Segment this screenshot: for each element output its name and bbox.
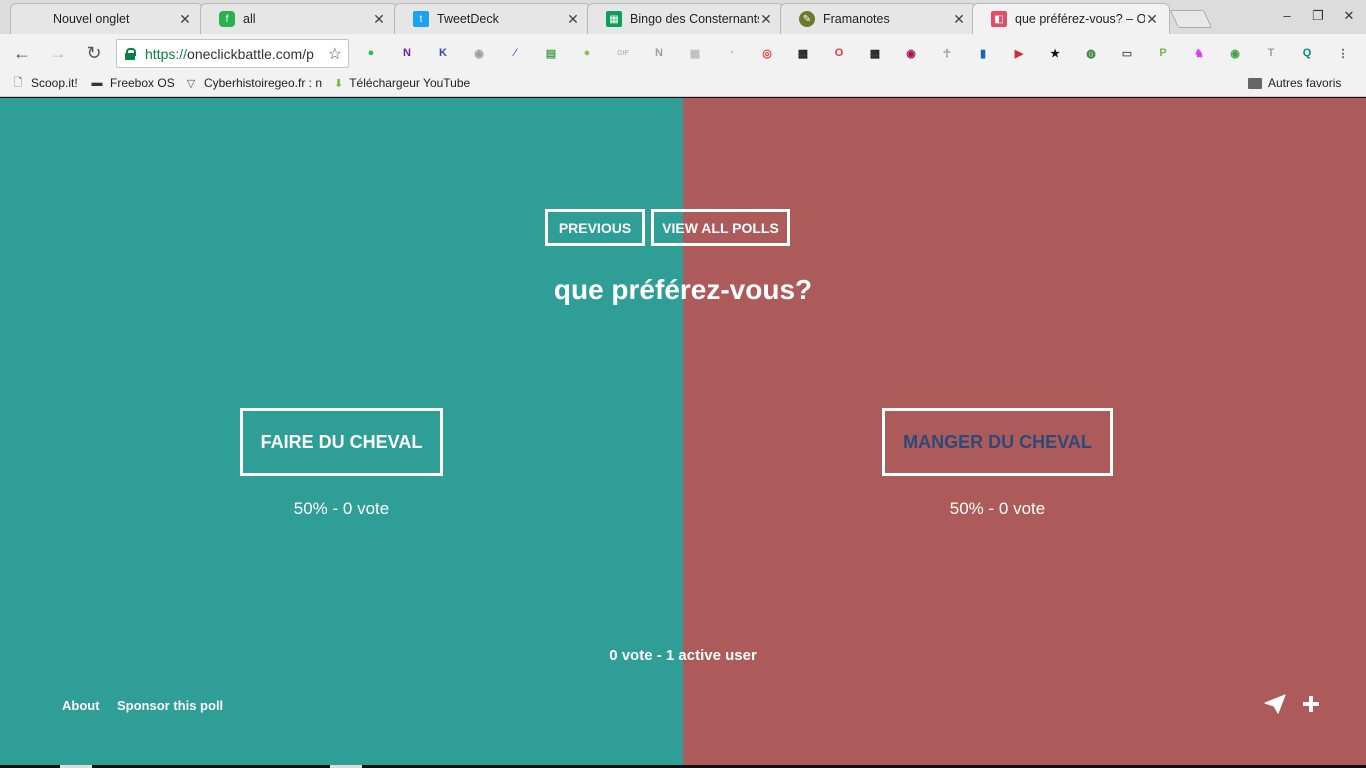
tab-bingo[interactable]: ▦ Bingo des Consternants ✕ [587, 3, 784, 34]
bookmark-scoopit[interactable]: 🗋 Scoop.it! [11, 76, 78, 90]
twitter-icon: t [413, 11, 429, 27]
framanotes-icon: ✎ [799, 11, 815, 27]
choice-left-button[interactable]: FAIRE DU CHEVAL [240, 408, 443, 476]
onenote-icon[interactable]: N [398, 44, 416, 62]
bookmark-freebox[interactable]: ▬ Freebox OS [90, 76, 175, 90]
eye-icon[interactable]: ◉ [1226, 44, 1244, 62]
google-sheets-icon: ▦ [606, 11, 622, 27]
close-icon[interactable]: ✕ [566, 11, 580, 28]
sponsor-link[interactable]: Sponsor this poll [117, 698, 223, 713]
page-icon: 🗋 [13, 76, 23, 89]
evernote-icon[interactable]: ● [362, 44, 380, 62]
star-icon[interactable]: ★ [1046, 44, 1064, 62]
close-icon[interactable]: ✕ [952, 11, 966, 28]
tab-title: Nouvel onglet [53, 12, 130, 26]
tab-title: TweetDeck [437, 12, 499, 26]
rss-icon[interactable]: ◔ [722, 44, 740, 62]
bookmark-label: Scoop.it! [31, 76, 78, 90]
browser-toolbar: ← → ↻ https:// oneclickbattle.com/p ☆ ● N… [0, 34, 1366, 72]
feedly-icon: f [219, 11, 235, 27]
cast-icon[interactable]: ▭ [1118, 44, 1136, 62]
right-result: 50% - 0 vote [949, 499, 1046, 518]
url-host: oneclickbattle.com/p [187, 45, 314, 62]
url-scheme: https:// [145, 45, 188, 62]
download-icon: ⬇ [334, 77, 344, 90]
tab-title: Framanotes [823, 12, 890, 26]
close-icon[interactable]: ✕ [372, 11, 386, 28]
gif-icon[interactable]: GIF [614, 44, 632, 62]
view-all-polls-button[interactable]: VIEW ALL POLLS [651, 209, 790, 246]
qr-scanner-icon[interactable]: ▩ [866, 44, 884, 62]
quill-icon[interactable]: ⁄ [506, 44, 524, 62]
minimize-icon[interactable]: – [1272, 8, 1302, 23]
broadcast-icon[interactable]: ◎ [758, 44, 776, 62]
lock-icon [125, 47, 136, 60]
bookmark-cyberhistoiregeo[interactable]: ▽ Cyberhistoiregeo.fr : n [184, 76, 322, 90]
turtle-icon[interactable]: ◍ [1082, 44, 1100, 62]
reload-icon[interactable]: ↻ [83, 43, 105, 65]
send-icon[interactable] [1264, 694, 1286, 719]
tab-title: Bingo des Consternants [630, 12, 759, 26]
poll-page: PREVIOUS VIEW ALL POLLS que préférez-vou… [0, 98, 1366, 765]
bookmark-star-icon[interactable]: ☆ [328, 44, 342, 64]
fox-icon: ▽ [186, 77, 196, 90]
book-icon[interactable]: ▮ [974, 44, 992, 62]
close-icon[interactable]: ✕ [1145, 11, 1159, 28]
tab-nouvel-onglet[interactable]: Nouvel onglet ✕ [10, 3, 203, 34]
unicorn-icon[interactable]: ♞ [1190, 44, 1208, 62]
send-icon-svg [1264, 694, 1286, 714]
text-icon[interactable]: T [1262, 44, 1280, 62]
notion-icon[interactable]: N [650, 44, 668, 62]
add-icon[interactable] [1301, 694, 1321, 719]
tab-que-preferez-vous[interactable]: ◧ que préférez-vous? – On ✕ [972, 3, 1170, 34]
about-link[interactable]: About [62, 698, 100, 713]
address-bar[interactable]: https:// oneclickbattle.com/p ☆ [116, 39, 349, 68]
klout-icon[interactable]: K [434, 44, 452, 62]
tab-title: all [243, 12, 256, 26]
poll-question: que préférez-vous? [553, 274, 813, 305]
print-icon[interactable]: ▤ [542, 44, 560, 62]
bookmark-label: Téléchargeur YouTube [349, 76, 470, 90]
vote-totals: 0 vote - 1 active user [609, 647, 757, 664]
bookmark-label: Cyberhistoiregeo.fr : n [203, 76, 322, 90]
freebox-icon: ▬ [91, 77, 103, 89]
camera-icon[interactable]: ◉ [470, 44, 488, 62]
tab-framanotes[interactable]: ✎ Framanotes ✕ [780, 3, 977, 34]
pdf-icon[interactable]: P [1154, 44, 1172, 62]
menu-icon[interactable]: ⋮ [1334, 44, 1352, 62]
forward-arrow-icon[interactable]: → [47, 43, 69, 65]
back-arrow-icon[interactable]: ← [11, 43, 33, 65]
video-icon[interactable]: ▶ [1010, 44, 1028, 62]
ankh-icon[interactable]: ☥ [938, 44, 956, 62]
donut-icon[interactable]: ◉ [902, 44, 920, 62]
new-tab-button[interactable] [1169, 10, 1213, 28]
other-bookmarks-label: Autres favoris [1268, 76, 1342, 90]
bookmark-youtube-downloader[interactable]: ⬇ Téléchargeur YouTube [334, 76, 470, 90]
choice-right-button[interactable]: MANGER DU CHEVAL [882, 408, 1113, 476]
reader-icon[interactable]: ▦ [686, 44, 704, 62]
search-ext-icon[interactable]: Q [1298, 44, 1316, 62]
tab-all[interactable]: f all ✕ [200, 3, 397, 34]
close-icon[interactable]: ✕ [759, 11, 773, 28]
bookmarks-bar: 🗋 Scoop.it! ▬ Freebox OS ▽ Cyberhistoire… [0, 72, 1366, 97]
green-dot-icon[interactable]: ● [578, 44, 596, 62]
left-result: 50% - 0 vote [293, 499, 390, 518]
restore-icon[interactable]: ❐ [1303, 8, 1333, 24]
tab-title: que préférez-vous? – On [1015, 12, 1145, 26]
add-icon-svg [1303, 696, 1319, 712]
tab-tweetdeck[interactable]: t TweetDeck ✕ [394, 3, 591, 34]
oneclickbattle-icon: ◧ [991, 11, 1007, 27]
other-bookmarks[interactable]: Autres favoris [1248, 76, 1341, 90]
folder-icon [1248, 77, 1262, 89]
window-close-icon[interactable]: ✕ [1334, 8, 1364, 24]
qr-code-icon[interactable]: ▩ [794, 44, 812, 62]
close-icon[interactable]: ✕ [178, 11, 192, 28]
tab-strip: Nouvel onglet ✕ f all ✕ t TweetDeck ✕ ▦ … [0, 0, 1366, 34]
opera-icon[interactable]: O [830, 44, 848, 62]
previous-button[interactable]: PREVIOUS [545, 209, 645, 246]
bookmark-label: Freebox OS [110, 76, 175, 90]
blank-page-icon [29, 11, 45, 27]
